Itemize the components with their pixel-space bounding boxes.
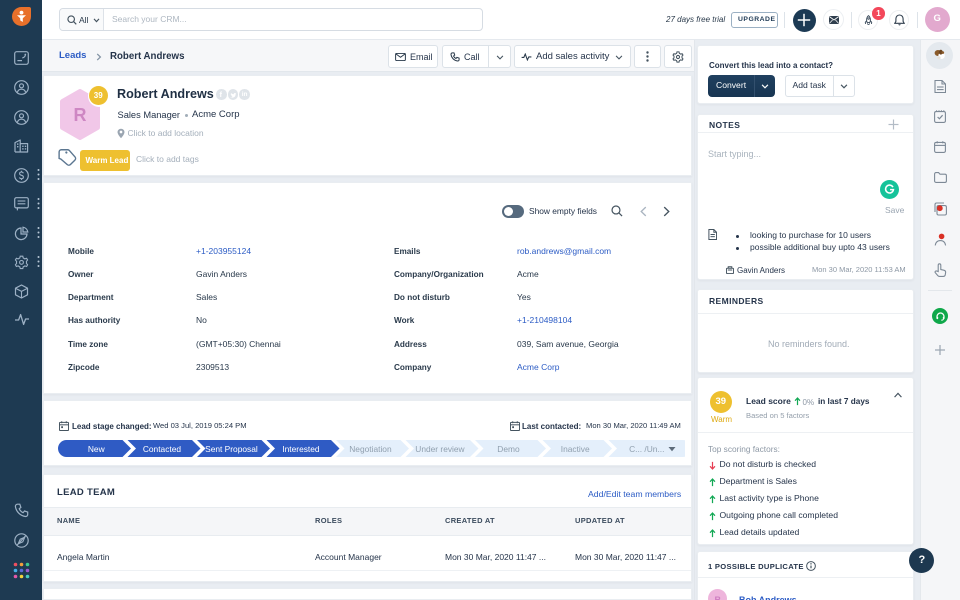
svg-text:Contacted: Contacted — [142, 443, 181, 453]
svg-text:Under review: Under review — [415, 443, 465, 453]
svg-text:Negotiation: Negotiation — [349, 443, 392, 453]
svg-text:New: New — [87, 443, 105, 453]
svg-text:R: R — [74, 105, 87, 125]
svg-text:Interested: Interested — [282, 443, 320, 453]
svg-text:Inactive: Inactive — [560, 443, 589, 453]
svg-text:C... /Un...: C... /Un... — [629, 443, 664, 453]
svg-text:Sent Proposal: Sent Proposal — [205, 443, 258, 453]
svg-text:Demo: Demo — [497, 443, 520, 453]
